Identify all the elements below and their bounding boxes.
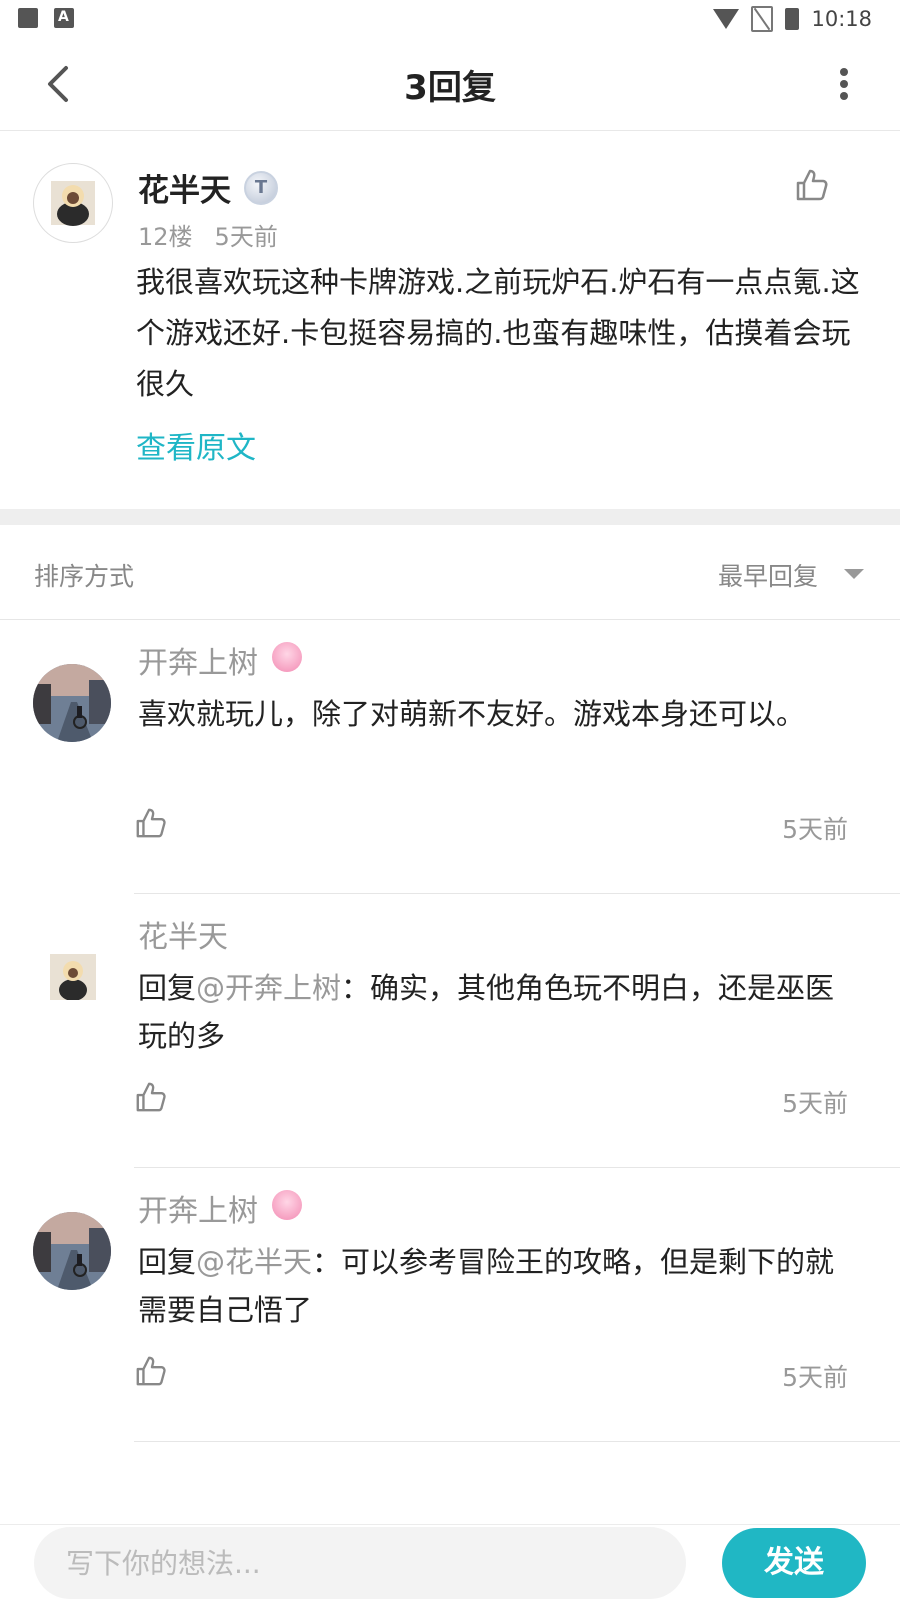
reply-author[interactable]: 花半天 — [138, 912, 228, 956]
avatar-image — [33, 1212, 111, 1290]
caret-down-icon[interactable] — [844, 569, 864, 579]
avatar[interactable] — [33, 1212, 111, 1290]
reply-body: 喜欢就玩儿，除了对萌新不友好。游戏本身还可以。 — [138, 697, 806, 731]
reply-time: 5天前 — [782, 1363, 848, 1392]
talent-badge-icon: T — [244, 171, 278, 205]
avatar-image — [50, 954, 96, 1000]
sort-label: 排序方式 — [34, 562, 135, 591]
send-button[interactable]: 发送 — [722, 1528, 866, 1598]
floor-number: 12楼 — [138, 223, 193, 251]
reply-mention[interactable]: @开奔上树 — [196, 971, 341, 1005]
thumbs-up-icon[interactable] — [134, 1354, 168, 1388]
system-icons: 10:18 — [713, 6, 872, 32]
avatar-image — [33, 664, 111, 742]
status-bar: 10:18 — [0, 0, 900, 38]
reply-time: 5天前 — [782, 815, 848, 844]
reply-time: 5天前 — [782, 1089, 848, 1118]
font-notification-icon — [54, 8, 74, 28]
avatar[interactable] — [33, 664, 111, 742]
thumbs-up-icon[interactable] — [134, 806, 168, 840]
no-sim-icon — [751, 6, 774, 32]
view-original-link[interactable]: 查看原文 — [136, 423, 256, 467]
reply-author[interactable]: 开奔上树 — [138, 1186, 258, 1230]
page-title: 3回复 — [404, 68, 496, 108]
post-time: 5天前 — [214, 223, 278, 251]
original-comment: 花半天 T 12楼 5天前 我很喜欢玩这种卡牌游戏.之前玩炉石.炉石有一点点氪.这… — [0, 131, 900, 509]
reply-item: 花半天 回复@开奔上树：确实，其他角色玩不明白，还是巫医玩的多 5天前 — [0, 894, 900, 1168]
comment-composer: 发送 — [0, 1524, 900, 1601]
sort-dropdown[interactable]: 最早回复 — [718, 557, 818, 593]
comment-input[interactable] — [34, 1527, 686, 1599]
reply-text: 回复@花半天：可以参考冒险王的攻略，但是剩下的就需要自己悟了 — [138, 1238, 838, 1334]
reply-item: 开奔上树 喜欢就玩儿，除了对萌新不友好。游戏本身还可以。 5天前 — [0, 620, 900, 894]
thumbs-up-icon[interactable] — [794, 167, 830, 203]
fan-badge-icon — [272, 642, 302, 672]
comment-text: 我很喜欢玩这种卡牌游戏.之前玩炉石.炉石有一点点氪.这个游戏还好.卡包挺容易搞的… — [136, 265, 860, 401]
reply-divider — [134, 1441, 900, 1442]
fan-badge-icon — [272, 1190, 302, 1220]
avatar-image — [51, 181, 95, 226]
more-options-icon[interactable] — [838, 66, 850, 102]
thumbs-up-icon[interactable] — [134, 1080, 168, 1114]
reply-text: 回复@开奔上树：确实，其他角色玩不明白，还是巫医玩的多 — [138, 964, 838, 1060]
reply-author[interactable]: 开奔上树 — [138, 638, 258, 682]
top-bar: 3回复 — [0, 38, 900, 131]
section-divider — [0, 509, 900, 525]
reply-text: 喜欢就玩儿，除了对萌新不友好。游戏本身还可以。 — [138, 690, 838, 738]
avatar[interactable] — [50, 954, 96, 1000]
author-name[interactable]: 花半天 — [138, 165, 231, 210]
reply-prefix: 回复 — [138, 971, 197, 1005]
battery-icon — [785, 8, 800, 30]
reply-prefix: 回复 — [138, 1245, 197, 1279]
avatar[interactable] — [33, 163, 113, 243]
image-notification-icon — [18, 8, 38, 28]
reply-item: 开奔上树 回复@花半天：可以参考冒险王的攻略，但是剩下的就需要自己悟了 5天前 — [0, 1168, 900, 1442]
sort-bar: 排序方式 最早回复 — [0, 525, 900, 620]
reply-mention[interactable]: @花半天 — [196, 1245, 312, 1279]
notification-icons — [18, 8, 74, 28]
wifi-icon — [713, 9, 740, 29]
clock: 10:18 — [811, 7, 872, 31]
post-meta: 12楼 5天前 — [138, 217, 278, 252]
